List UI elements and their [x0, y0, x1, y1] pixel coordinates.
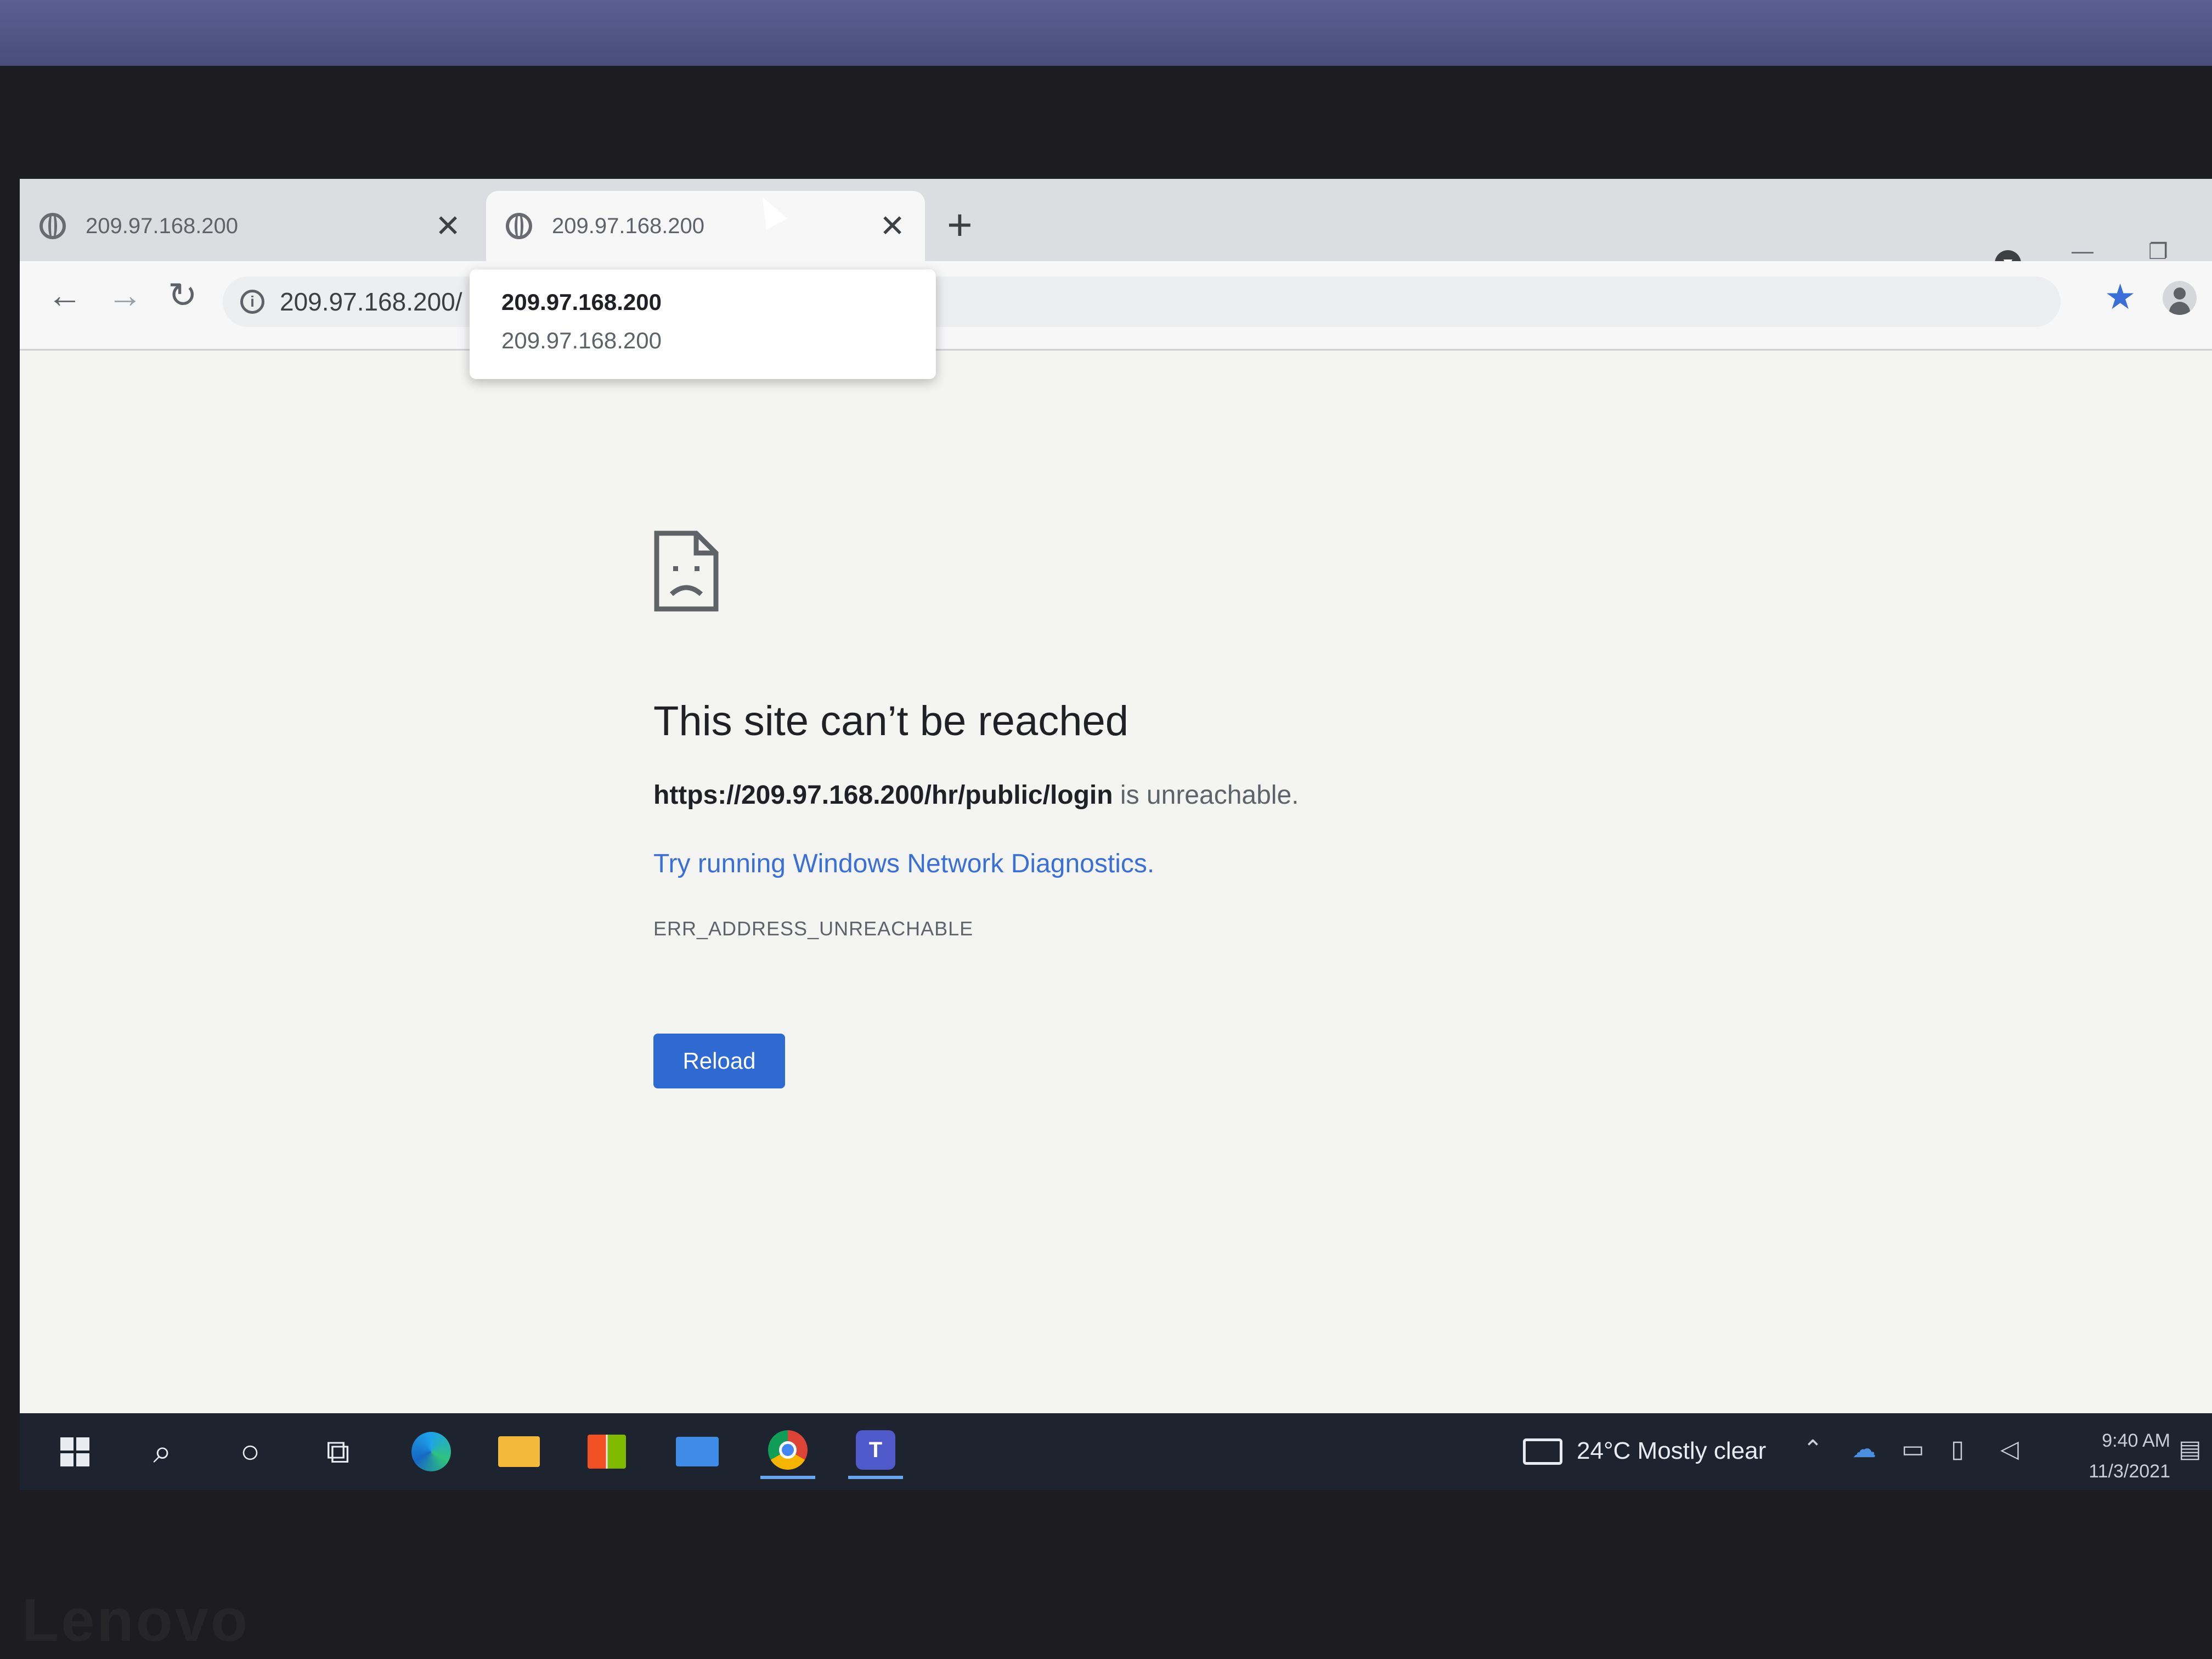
tab-hover-tooltip: 209.97.168.200 209.97.168.200: [470, 269, 936, 379]
error-content: This site can’t be reached https://209.9…: [653, 530, 1531, 1088]
tab-strip: 209.97.168.200 ✕ 209.97.168.200 ✕ + ▼ — …: [20, 179, 2212, 276]
mail-app[interactable]: [670, 1424, 725, 1479]
tab-2[interactable]: 209.97.168.200 ✕: [486, 191, 925, 261]
tooltip-subtitle: 209.97.168.200: [501, 328, 662, 353]
lenovo-logo: Lenovo: [22, 1587, 250, 1654]
teams-icon: T: [856, 1430, 895, 1470]
error-url: https://209.97.168.200/hr/public/login: [653, 781, 1113, 810]
store-icon: [588, 1435, 626, 1469]
back-arrow-icon[interactable]: ←: [47, 278, 82, 313]
tab-title: 209.97.168.200: [552, 213, 705, 238]
forward-arrow-icon[interactable]: →: [108, 278, 143, 313]
error-description: https://209.97.168.200/hr/public/login i…: [653, 780, 1531, 810]
info-icon[interactable]: i: [240, 290, 264, 314]
taskbar: ⌕ ○ ⧉ T 24°C Mostly clear ⌃ ☁ ▭ ▯ ◁ 9:40…: [20, 1413, 2212, 1490]
windows-icon: [60, 1437, 89, 1466]
star-icon[interactable]: ★: [2104, 276, 2136, 318]
onedrive-icon[interactable]: ☁: [1852, 1435, 1876, 1463]
battery-icon[interactable]: ▭: [1901, 1435, 1925, 1463]
start-button[interactable]: [47, 1424, 102, 1479]
mail-icon: [676, 1437, 719, 1466]
new-tab-button[interactable]: +: [947, 203, 973, 247]
notification-icon[interactable]: ▤: [2179, 1435, 2202, 1463]
error-title: This site can’t be reached: [653, 698, 1129, 744]
url-text[interactable]: 209.97.168.200/: [280, 287, 462, 317]
tab-title: 209.97.168.200: [86, 213, 239, 238]
close-icon[interactable]: ✕: [879, 211, 905, 241]
profile-icon[interactable]: [2163, 281, 2197, 315]
cortana-icon: ○: [240, 1433, 261, 1470]
globe-icon: [40, 213, 66, 239]
weather-text[interactable]: 24°C Mostly clear: [1577, 1437, 1766, 1465]
minimize-icon[interactable]: —: [2072, 239, 2094, 264]
chrome-icon: [768, 1430, 808, 1470]
weather-icon[interactable]: [1523, 1438, 1562, 1465]
task-view-button[interactable]: ⧉: [311, 1424, 365, 1479]
close-icon[interactable]: ✕: [435, 211, 461, 241]
tab-1[interactable]: 209.97.168.200 ✕: [20, 191, 481, 261]
cortana-button[interactable]: ○: [223, 1424, 278, 1479]
diagnostics-link[interactable]: Try running Windows Network Diagnostics.: [653, 849, 1531, 879]
toolbar: ← → ↻ i 209.97.168.200/ ★: [20, 261, 2212, 351]
clock[interactable]: 9:40 AM 11/3/2021: [2061, 1425, 2170, 1487]
file-explorer-app[interactable]: [492, 1424, 546, 1479]
chrome-app[interactable]: [760, 1424, 815, 1479]
screen: 209.97.168.200 ✕ 209.97.168.200 ✕ + ▼ — …: [20, 179, 2212, 1490]
teams-app[interactable]: T: [848, 1424, 903, 1479]
globe-icon: [506, 213, 532, 239]
search-icon: ⌕: [153, 1433, 172, 1470]
tooltip-title: 209.97.168.200: [501, 289, 662, 315]
error-suffix: is unreachable.: [1113, 781, 1299, 810]
edge-icon: [411, 1432, 451, 1471]
task-view-icon: ⧉: [326, 1433, 350, 1470]
reload-icon[interactable]: ↻: [168, 278, 198, 313]
error-code: ERR_ADDRESS_UNREACHABLE: [653, 917, 974, 940]
reload-button[interactable]: Reload: [653, 1034, 785, 1088]
clock-date: 11/3/2021: [2089, 1461, 2170, 1482]
volume-icon[interactable]: ◁: [2000, 1435, 2019, 1463]
chevron-up-icon[interactable]: ⌃: [1803, 1435, 1823, 1463]
network-icon[interactable]: ▯: [1951, 1435, 1964, 1463]
search-button[interactable]: ⌕: [135, 1424, 190, 1479]
clock-time: 9:40 AM: [2102, 1430, 2170, 1451]
edge-app[interactable]: [404, 1424, 459, 1479]
store-app[interactable]: [579, 1424, 634, 1479]
folder-icon: [498, 1436, 540, 1467]
sad-file-icon: [654, 531, 719, 612]
